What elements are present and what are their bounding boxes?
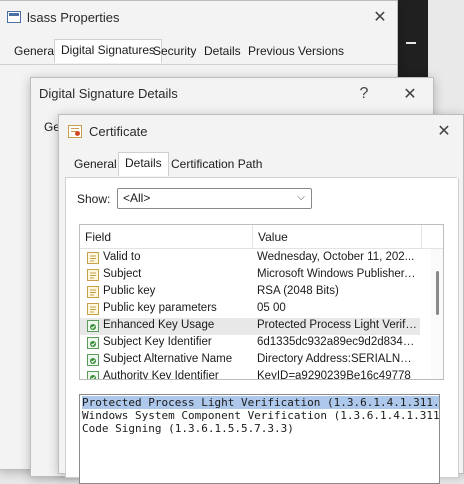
row-field: Public key — [103, 285, 156, 297]
background-mark — [406, 42, 416, 44]
row-value: RSA (2048 Bits) — [257, 285, 339, 297]
lsass-titlebar: lsass Properties ✕ — [0, 1, 397, 33]
cert-tabbar: General Details Certification Path — [65, 152, 457, 178]
detail-line-row: Code Signing (1.3.6.1.5.5.7.3.3) — [82, 422, 437, 435]
app-icon — [7, 11, 21, 23]
row-value: Wednesday, October 11, 202... — [257, 251, 415, 263]
help-icon[interactable]: ? — [347, 80, 381, 108]
tab-previous-versions[interactable]: Previous Versions — [242, 41, 350, 63]
lsass-tabbar: General Digital Signatures Security Deta… — [0, 39, 397, 65]
row-value: 6d1335dc932a89ec9d2d8348... — [257, 336, 417, 348]
close-icon[interactable]: ✕ — [427, 117, 461, 145]
certificate-field-icon — [86, 268, 100, 282]
dsd-titlebar: Digital Signature Details ? ✕ — [31, 78, 433, 110]
certificate-field-icon — [86, 285, 100, 299]
column-header-field[interactable]: Field — [85, 230, 111, 244]
detail-line: Windows System Component Verification (1… — [82, 409, 440, 422]
extension-icon — [86, 353, 100, 367]
table-row[interactable]: Authority Key Identifier KeyID=a9290239Be… — [80, 369, 420, 380]
column-separator[interactable] — [252, 225, 253, 249]
chevron-down-icon: ⌵ — [297, 192, 305, 203]
row-value: Protected Process Light Verific... — [257, 319, 417, 331]
row-value: Directory Address:SERIALNUM... — [257, 353, 417, 365]
detail-line: Code Signing (1.3.6.1.5.5.7.3.3) — [82, 422, 294, 435]
table-row[interactable]: Enhanced Key Usage Protected Process Ligh… — [80, 318, 420, 335]
column-header-value[interactable]: Value — [258, 230, 288, 244]
list-header: Field Value — [80, 225, 443, 249]
row-value: KeyID=a9290239Be16c49778 — [257, 370, 411, 380]
detail-lines: Protected Process Light Verification (1.… — [82, 396, 440, 435]
certificate-icon — [68, 125, 82, 138]
tab-details[interactable]: Details — [118, 152, 169, 176]
row-field: Subject — [103, 268, 142, 280]
row-field: Authority Key Identifier — [103, 370, 219, 380]
detail-line-row: Protected Process Light Verification (1.… — [82, 396, 439, 409]
tab-digital-signatures[interactable]: Digital Signatures — [54, 39, 163, 63]
scrollbar[interactable] — [431, 249, 443, 379]
show-label: Show: — [77, 192, 111, 206]
show-dropdown[interactable]: <All> ⌵ — [117, 188, 312, 209]
row-value: 05 00 — [257, 302, 286, 314]
field-detail-box[interactable]: Protected Process Light Verification (1.… — [79, 394, 440, 484]
tab-security[interactable]: Security — [147, 41, 202, 63]
table-row[interactable]: Public key RSA (2048 Bits) — [80, 284, 420, 301]
table-row[interactable]: Subject Microsoft Windows Publisher, ... — [80, 267, 420, 284]
extension-icon — [86, 336, 100, 350]
row-field: Subject Key Identifier — [103, 336, 212, 348]
certificate-field-icon — [86, 302, 100, 316]
row-field: Public key parameters — [103, 302, 217, 314]
detail-line-row: Windows System Component Verification (1… — [82, 409, 440, 422]
column-separator[interactable] — [421, 225, 422, 249]
table-row[interactable]: Valid to Wednesday, October 11, 202... — [80, 250, 420, 267]
show-dropdown-value: <All> — [123, 191, 151, 205]
certificate-field-icon — [86, 251, 100, 265]
details-panel: Show: <All> ⌵ Field Value Valid to Wednes… — [65, 178, 459, 484]
table-row[interactable]: Subject Key Identifier 6d1335dc932a89ec9d… — [80, 335, 420, 352]
certificate-window: Certificate ✕ General Details Certificat… — [58, 114, 464, 484]
extension-icon — [86, 319, 100, 333]
dsd-title: Digital Signature Details — [39, 86, 178, 101]
extension-icon — [86, 370, 100, 379]
fields-list[interactable]: Field Value Valid to Wednesday, October 1… — [79, 224, 444, 380]
cert-titlebar: Certificate ✕ — [59, 115, 463, 147]
scrollbar-thumb[interactable] — [436, 271, 439, 315]
close-icon[interactable]: ✕ — [393, 80, 427, 108]
tab-details[interactable]: Details — [198, 41, 247, 63]
lsass-title: lsass Properties — [27, 10, 120, 25]
table-row[interactable]: Public key parameters 05 00 — [80, 301, 420, 318]
row-field: Subject Alternative Name — [103, 353, 233, 365]
row-field: Valid to — [103, 251, 141, 263]
table-row[interactable]: Subject Alternative Name Directory Addres… — [80, 352, 420, 369]
tab-general[interactable]: General — [68, 154, 123, 176]
row-field: Enhanced Key Usage — [103, 319, 215, 331]
cert-title: Certificate — [89, 124, 148, 139]
tab-certification-path[interactable]: Certification Path — [165, 154, 268, 176]
close-icon[interactable]: ✕ — [363, 3, 397, 31]
detail-line: Protected Process Light Verification (1.… — [82, 396, 439, 409]
row-value: Microsoft Windows Publisher, ... — [257, 268, 417, 280]
